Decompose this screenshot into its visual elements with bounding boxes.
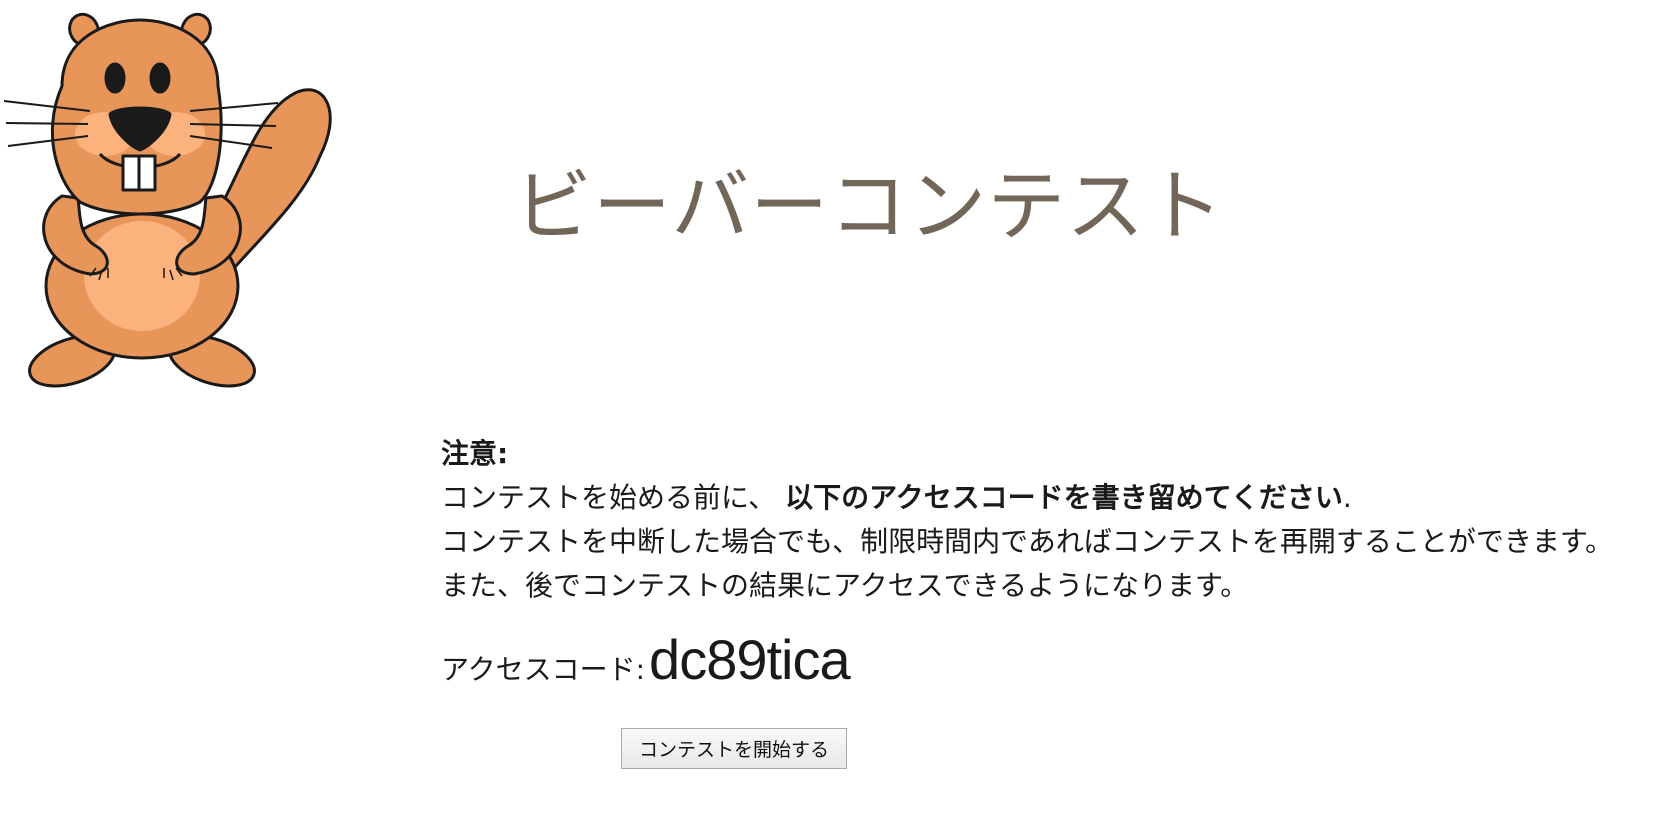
start-contest-button[interactable]: コンテストを開始する [621, 728, 847, 769]
notice-heading: 注意: [441, 437, 509, 470]
access-code-label: アクセスコード: [441, 653, 646, 686]
access-code-value: dc89tica [649, 628, 851, 691]
contest-start-page: ビーバーコンテスト 注意: コンテストを始める前に、 以下のアクセスコードを書き… [0, 0, 1678, 826]
notice-line-1-prefix: コンテストを始める前に、 [441, 481, 777, 514]
access-code-row: アクセスコード:dc89tica [441, 632, 851, 688]
notice-line-1-emphasis: 以下のアクセスコードを書き留めてください [785, 481, 1343, 514]
page-title: ビーバーコンテスト [514, 162, 1225, 252]
notice-line-3: また、後でコンテストの結果にアクセスできるようになります。 [441, 569, 1249, 602]
notice-line-2: コンテストを中断した場合でも、制限時間内であればコンテストを再開することができま… [441, 525, 1614, 558]
notice-block: 注意: コンテストを始める前に、 以下のアクセスコードを書き留めてください. コ… [441, 432, 1661, 608]
notice-line-1: コンテストを始める前に、 以下のアクセスコードを書き留めてください. [441, 476, 1661, 520]
beaver-mascot-icon [3, 12, 332, 388]
notice-line-1-suffix: . [1342, 481, 1352, 514]
